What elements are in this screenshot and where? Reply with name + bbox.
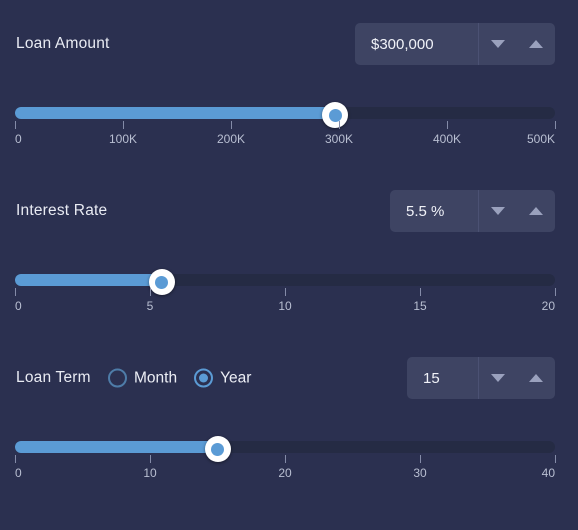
tick-label: 10 [278,299,292,313]
radio-dot [199,373,209,383]
radio-checked-icon [194,368,214,388]
triangle-down-icon [491,40,505,48]
loan-amount-increment-button[interactable] [517,23,555,65]
tick-label: 100K [108,132,138,146]
tick-label: 300K [324,132,354,146]
loan-term-increment-button[interactable] [517,357,555,399]
tick-label: 10 [143,466,157,480]
tick-mark [150,455,151,463]
tick-label: 400K [432,132,462,146]
loan-term-spinner[interactable]: 15 [407,357,555,399]
tick-mark [339,121,340,129]
tick-mark [420,288,421,296]
tick-mark [555,455,556,463]
radio-unchecked-icon [108,368,127,388]
loan-term-radio-year[interactable]: Year [194,368,252,388]
loan-amount-header: Loan Amount $300,000 [0,18,578,70]
interest-rate-increment-button[interactable] [517,190,555,232]
loan-term-radio-year-label: Year [220,369,252,386]
loan-term-radio-month-label: Month [134,369,178,386]
interest-rate-slider-fill [15,274,162,286]
loan-term-slider[interactable]: 0 10 20 30 40 [15,436,556,483]
tick-label: 0 [15,132,22,146]
tick-label: 20 [278,466,292,480]
loan-term-slider-ticks: 0 10 20 30 40 [15,455,556,483]
triangle-up-icon [529,40,543,48]
interest-rate-slider-ticks: 0 5 10 15 20 [15,288,556,316]
interest-rate-spinner-buttons [478,190,555,232]
interest-rate-decrement-button[interactable] [479,190,517,232]
loan-amount-spinner[interactable]: $300,000 [355,23,555,65]
triangle-up-icon [529,374,543,382]
tick-label: 30 [413,466,427,480]
triangle-down-icon [491,374,505,382]
interest-rate-slider-track[interactable] [15,269,555,295]
loan-amount-decrement-button[interactable] [479,23,517,65]
tick-label: 0 [15,299,22,313]
tick-mark [150,288,151,296]
tick-label: 0 [15,466,22,480]
loan-amount-slider-fill [15,107,336,119]
tick-mark [231,121,232,129]
slider-handle-dot [211,442,224,456]
tick-label: 200K [216,132,246,146]
loan-term-unit-radio-group: Month Year [108,368,260,388]
loan-term-label: Loan Term [16,369,91,386]
tick-mark [15,455,16,463]
loan-amount-slider[interactable]: 0 100K 200K 300K 400K 500K [15,102,556,149]
tick-mark [555,121,556,129]
interest-rate-label: Interest Rate [16,202,108,219]
loan-amount-label: Loan Amount [16,35,110,52]
loan-term-input[interactable]: 15 [407,357,478,399]
tick-mark [15,288,16,296]
triangle-up-icon [529,207,543,215]
loan-term-spinner-buttons [478,357,555,399]
tick-mark [123,121,124,129]
loan-term-header: Loan Term Month Year 15 [0,352,578,404]
tick-mark [285,288,286,296]
tick-label: 40 [541,466,555,480]
loan-amount-slider-ticks: 0 100K 200K 300K 400K 500K [15,121,556,149]
tick-label: 20 [541,299,555,313]
loan-term-slider-track[interactable] [15,436,555,462]
tick-label: 15 [413,299,427,313]
interest-rate-header: Interest Rate 5.5 % [0,185,578,237]
slider-handle-dot [328,108,342,122]
tick-mark [285,455,286,463]
loan-amount-input[interactable]: $300,000 [355,23,478,65]
loan-term-slider-fill [15,441,218,453]
loan-term-radio-month[interactable]: Month [108,368,178,388]
interest-rate-input[interactable]: 5.5 % [390,190,478,232]
loan-amount-slider-track[interactable] [15,102,555,128]
loan-amount-spinner-buttons [478,23,555,65]
tick-label: 500K [526,132,555,146]
slider-handle-dot [155,275,169,289]
loan-term-decrement-button[interactable] [479,357,517,399]
triangle-down-icon [491,207,505,215]
interest-rate-slider[interactable]: 0 5 10 15 20 [15,269,556,316]
interest-rate-spinner[interactable]: 5.5 % [390,190,555,232]
tick-label: 5 [146,299,154,313]
tick-mark [555,288,556,296]
tick-mark [15,121,16,129]
tick-mark [447,121,448,129]
loan-calculator-panel: Loan Amount $300,000 0 100K 200K 300K 40… [0,0,578,530]
tick-mark [420,455,421,463]
